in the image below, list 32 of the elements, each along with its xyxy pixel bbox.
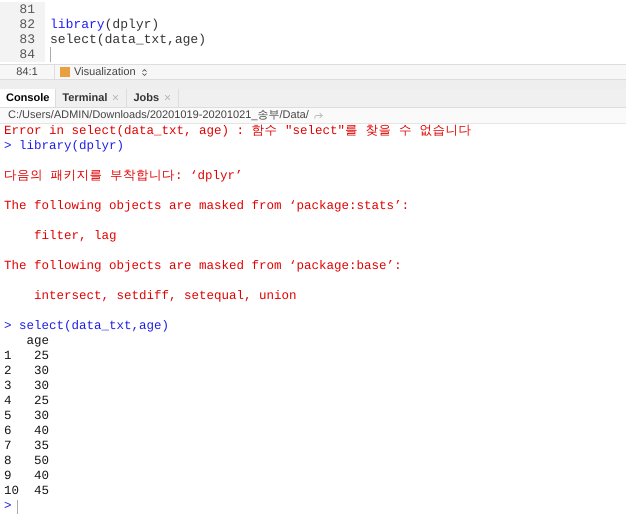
- go-to-directory-icon[interactable]: [312, 110, 324, 121]
- close-icon: [163, 93, 172, 102]
- console-line: The following objects are masked from ‘package:base’:: [4, 259, 402, 274]
- console-line: 5 30: [4, 409, 50, 424]
- pane-splitter[interactable]: [0, 80, 626, 89]
- close-icon: [111, 93, 120, 102]
- section-selector[interactable]: Visualization: [55, 64, 149, 80]
- updown-icon: [140, 68, 149, 76]
- console-line: 다음의 패키지를 부착합니다: ‘dplyr’: [4, 169, 243, 184]
- console-line: Error in select(data_txt, age) : 함수 "select"를 찾을 수 없습니다: [4, 124, 472, 139]
- text-cursor: [16, 500, 18, 514]
- console-line: 10 45: [4, 484, 50, 499]
- cursor-position: 84:1: [16, 64, 38, 80]
- code-line: library(dplyr): [50, 16, 160, 34]
- console-line: 1 25: [4, 349, 50, 364]
- console-line: 2 30: [4, 364, 50, 379]
- console-line: intersect, setdiff, setequal, union: [33, 289, 297, 304]
- console-line: The following objects are masked from ‘package:stats’:: [4, 199, 410, 214]
- code-line: select(data_txt,age): [50, 31, 206, 49]
- console-line: 7 35: [4, 439, 50, 454]
- console-line: > select(data_txt,age): [4, 319, 170, 334]
- console-line: 6 40: [4, 424, 50, 439]
- working-directory: C:/Users/ADMIN/Downloads/20201019-20201021_송부/Data/: [8, 108, 309, 124]
- console-prompt: >: [4, 498, 12, 514]
- console-line: filter, lag: [33, 229, 117, 244]
- console-line: 4 25: [4, 394, 50, 409]
- panel-tab[interactable]: Console: [0, 88, 56, 107]
- console-line: 9 40: [4, 469, 50, 484]
- console-line: age: [26, 334, 50, 349]
- console-line: 8 50: [4, 454, 50, 469]
- console-line: 3 30: [4, 379, 50, 394]
- console-line: > library(dplyr): [4, 139, 124, 154]
